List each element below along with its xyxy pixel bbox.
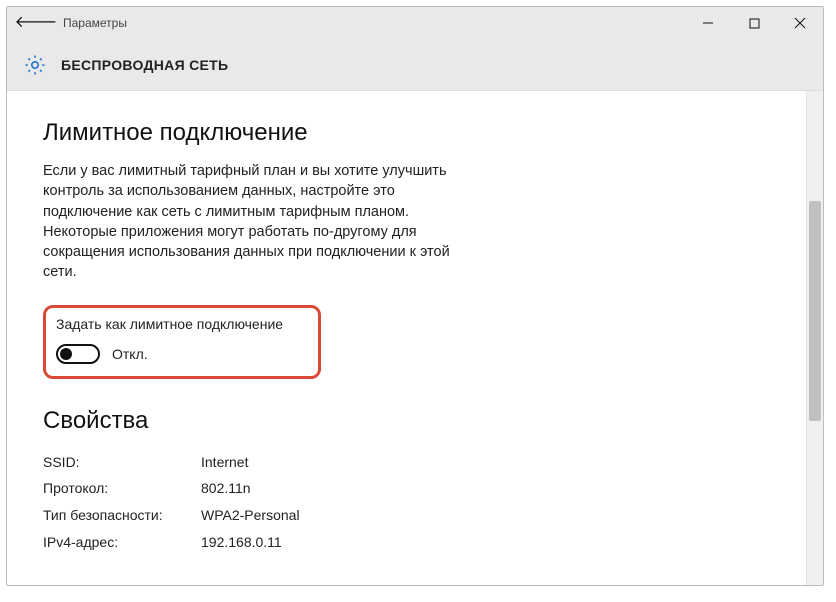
property-key: Тип безопасности: [43,502,201,529]
properties-heading: Свойства [43,407,772,435]
maximize-button[interactable] [731,7,777,39]
property-key: SSID: [43,449,201,476]
titlebar: 🡐 Параметры [7,7,823,39]
property-key: IPv4-адрес: [43,529,201,556]
property-value: WPA2-Personal [201,502,300,529]
minimize-icon [702,17,714,29]
metered-toggle-state: Откл. [112,346,148,362]
window-controls [685,7,823,39]
scrollbar[interactable] [806,91,823,585]
content-scroll-wrap: Лимитное подключение Если у вас лимитный… [7,91,823,585]
metered-description: Если у вас лимитный тарифный план и вы х… [43,161,463,283]
property-row: IPv4-адрес: 192.168.0.11 [43,529,772,556]
content-area: Лимитное подключение Если у вас лимитный… [7,91,806,585]
back-button[interactable]: 🡐 [17,7,55,39]
back-arrow-icon: 🡐 [15,15,58,31]
close-button[interactable] [777,7,823,39]
settings-window: 🡐 Параметры БЕСПРОВОДНАЯ СЕТЬ Лимитное [6,6,824,586]
page-header: БЕСПРОВОДНАЯ СЕТЬ [7,39,823,91]
property-row: Тип безопасности: WPA2-Personal [43,502,772,529]
scrollbar-thumb-icon [809,201,821,421]
maximize-icon [749,18,760,29]
gear-icon [21,51,49,79]
metered-toggle-highlight: Задать как лимитное подключение Откл. [43,305,321,379]
property-value: 802.11n [201,475,251,502]
metered-heading: Лимитное подключение [43,119,772,147]
close-icon [794,17,806,29]
metered-toggle[interactable] [56,344,100,364]
property-value: 192.168.0.11 [201,529,282,556]
metered-toggle-row: Откл. [56,344,306,364]
metered-toggle-label: Задать как лимитное подключение [56,316,306,332]
page-title: БЕСПРОВОДНАЯ СЕТЬ [61,57,228,73]
property-row: SSID: Internet [43,449,772,476]
property-key: Протокол: [43,475,201,502]
toggle-knob-icon [60,348,72,360]
property-value: Internet [201,449,248,476]
property-row: Протокол: 802.11n [43,475,772,502]
app-title: Параметры [55,16,127,30]
minimize-button[interactable] [685,7,731,39]
